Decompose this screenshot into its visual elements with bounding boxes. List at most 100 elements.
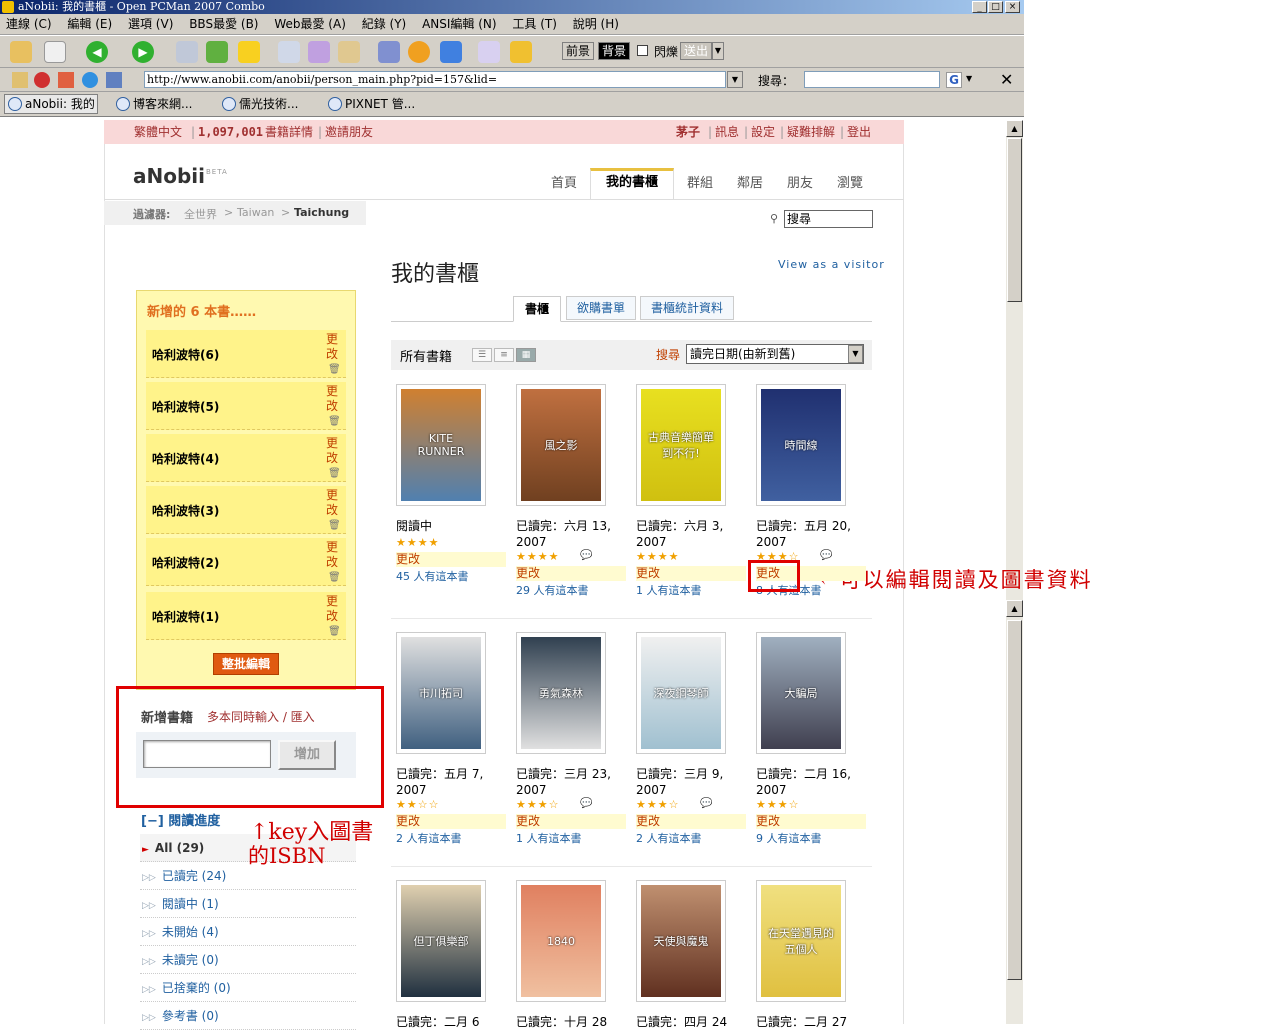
nav-my-shelf[interactable]: 我的書櫃	[590, 168, 674, 200]
new-book-title[interactable]: 哈利波特(5)	[152, 398, 219, 415]
view-grid-icon[interactable]: ▦	[516, 348, 536, 362]
edit-book-link[interactable]: 更改	[636, 814, 746, 829]
site-search-input[interactable]: 搜尋	[784, 210, 873, 228]
paste-icon[interactable]	[308, 41, 330, 63]
window-icon[interactable]	[440, 41, 462, 63]
back-icon[interactable]: ◀	[86, 41, 108, 63]
google-icon[interactable]: G	[946, 72, 962, 88]
minimize-button[interactable]: _	[972, 1, 987, 13]
menu-ansi-edit[interactable]: ANSI編輯 (N)	[422, 17, 497, 31]
edit-book-link[interactable]: 更改	[756, 814, 866, 829]
book-cover[interactable]: 市川拓司	[396, 632, 486, 754]
progress-item[interactable]: ▷▷ 已捨棄的 (0)	[140, 974, 356, 1002]
close-bar-icon[interactable]: ✕	[1000, 70, 1013, 89]
new-page-icon[interactable]	[44, 41, 66, 63]
subtab-wishlist[interactable]: 欲購書單	[566, 296, 636, 320]
foreground-color-button[interactable]: 前景	[562, 42, 595, 60]
view-list-icon[interactable]: ☰	[472, 348, 492, 362]
nav-browse[interactable]: 瀏覽	[828, 172, 872, 200]
background-color-button[interactable]: 背景	[598, 42, 631, 60]
windows-icon[interactable]	[106, 72, 122, 88]
view-as-visitor-link[interactable]: View as a visitor	[778, 258, 885, 271]
edit-link[interactable]: 更改	[326, 332, 340, 362]
progress-title[interactable]: [−] 閱讀進度	[141, 810, 220, 829]
book-details-link[interactable]: 書籍詳情	[265, 120, 313, 144]
trash-icon[interactable]: 🗑	[328, 416, 341, 427]
globe-icon[interactable]	[82, 72, 98, 88]
sort-select[interactable]: 讀完日期(由新到舊)	[686, 344, 864, 364]
close-window-button[interactable]: ×	[1005, 1, 1020, 13]
owners-link[interactable]: 1 人有這本書	[516, 830, 582, 846]
menu-connect[interactable]: 連線 (C)	[6, 17, 52, 31]
owners-link[interactable]: 45 人有這本書	[396, 568, 469, 584]
messages-link[interactable]: 訊息	[715, 120, 739, 144]
menu-options[interactable]: 選項 (V)	[128, 17, 173, 31]
logout-link[interactable]: 登出	[847, 120, 871, 144]
trash-icon[interactable]: 🗑	[328, 468, 341, 479]
comment-icon[interactable]: 💬	[820, 550, 832, 561]
send-button[interactable]: 送出	[680, 42, 713, 60]
comment-icon[interactable]: 💬	[700, 798, 712, 809]
settings-link[interactable]: 設定	[751, 120, 775, 144]
document-icon[interactable]	[338, 41, 360, 63]
new-connection-icon[interactable]	[10, 41, 32, 63]
nav-friends[interactable]: 朋友	[778, 172, 822, 200]
users-icon[interactable]	[378, 41, 400, 63]
comment-icon[interactable]: 💬	[580, 798, 592, 809]
username-link[interactable]: 茅子	[676, 120, 700, 144]
edit-book-link[interactable]: 更改	[516, 814, 626, 829]
book-cover[interactable]: 古典音樂簡單到不行!	[636, 384, 726, 506]
chevron-down-icon[interactable]: ▼	[848, 345, 863, 363]
progress-item[interactable]: ▷▷ 未讀完 (0)	[140, 946, 356, 974]
owners-link[interactable]: 2 人有這本書	[396, 830, 462, 846]
edit-book-link[interactable]: 更改	[396, 814, 506, 829]
filter-world[interactable]: 全世界	[184, 206, 217, 222]
send-dropdown-icon[interactable]: ▼	[712, 42, 724, 60]
edit-link[interactable]: 更改	[326, 488, 340, 518]
view-detail-icon[interactable]: ≡	[494, 348, 514, 362]
refresh-icon[interactable]	[206, 41, 228, 63]
close-tab-icon[interactable]	[58, 72, 74, 88]
progress-item[interactable]: ▷▷ 未開始 (4)	[140, 918, 356, 946]
settings-gear-icon[interactable]	[408, 41, 430, 63]
trash-icon[interactable]: 🗑	[328, 520, 341, 531]
owners-link[interactable]: 29 人有這本書	[516, 582, 589, 598]
book-cover[interactable]: 時間線	[756, 384, 846, 506]
edit-link[interactable]: 更改	[326, 384, 340, 414]
scroll-thumb-lower[interactable]	[1007, 620, 1022, 980]
tab-anobii[interactable]: aNobii: 我的	[4, 94, 98, 114]
url-input[interactable]: http://www.anobii.com/anobii/person_main…	[144, 71, 726, 88]
stop-icon[interactable]	[34, 72, 50, 88]
scroll-up-icon[interactable]: ▲	[1006, 120, 1023, 137]
edit-book-link[interactable]: 更改	[516, 566, 626, 581]
nav-home[interactable]: 首頁	[542, 172, 586, 200]
owners-link[interactable]: 9 人有這本書	[756, 830, 822, 846]
book-cover[interactable]: 但丁俱樂部	[396, 880, 486, 1002]
book-cover[interactable]: 風之影	[516, 384, 606, 506]
edit-link[interactable]: 更改	[326, 540, 340, 570]
new-book-title[interactable]: 哈利波特(2)	[152, 554, 219, 571]
menu-tools[interactable]: 工具 (T)	[512, 17, 557, 31]
subtab-shelf[interactable]: 書櫃	[513, 296, 561, 322]
book-cover[interactable]: KITE RUNNER	[396, 384, 486, 506]
search-engine-dropdown-icon[interactable]: ▼	[966, 74, 972, 83]
edit-link[interactable]: 更改	[326, 436, 340, 466]
favorites-star-icon[interactable]	[238, 41, 260, 63]
anobii-logo[interactable]: aNobii	[133, 164, 205, 188]
tab-tech[interactable]: 儒光技術...	[218, 94, 312, 114]
edit-link[interactable]: 更改	[326, 594, 340, 624]
home-icon[interactable]	[12, 72, 28, 88]
nav-groups[interactable]: 群組	[678, 172, 722, 200]
edit-book-link[interactable]: 更改	[396, 552, 506, 567]
trash-icon[interactable]: 🗑	[328, 572, 341, 583]
menu-bbs-favorites[interactable]: BBS最愛 (B)	[189, 17, 258, 31]
new-book-title[interactable]: 哈利波特(1)	[152, 608, 219, 625]
progress-item[interactable]: ▷▷ 閱讀中 (1)	[140, 890, 356, 918]
menu-edit[interactable]: 編輯 (E)	[67, 17, 112, 31]
menu-web-favorites[interactable]: Web最愛 (A)	[274, 17, 346, 31]
nav-neighbors[interactable]: 鄰居	[728, 172, 772, 200]
owners-link[interactable]: 2 人有這本書	[636, 830, 702, 846]
edit-book-link[interactable]: 更改	[636, 566, 746, 581]
book-cover[interactable]: 在天堂遇見的五個人	[756, 880, 846, 1002]
url-dropdown-icon[interactable]: ▼	[727, 71, 743, 88]
